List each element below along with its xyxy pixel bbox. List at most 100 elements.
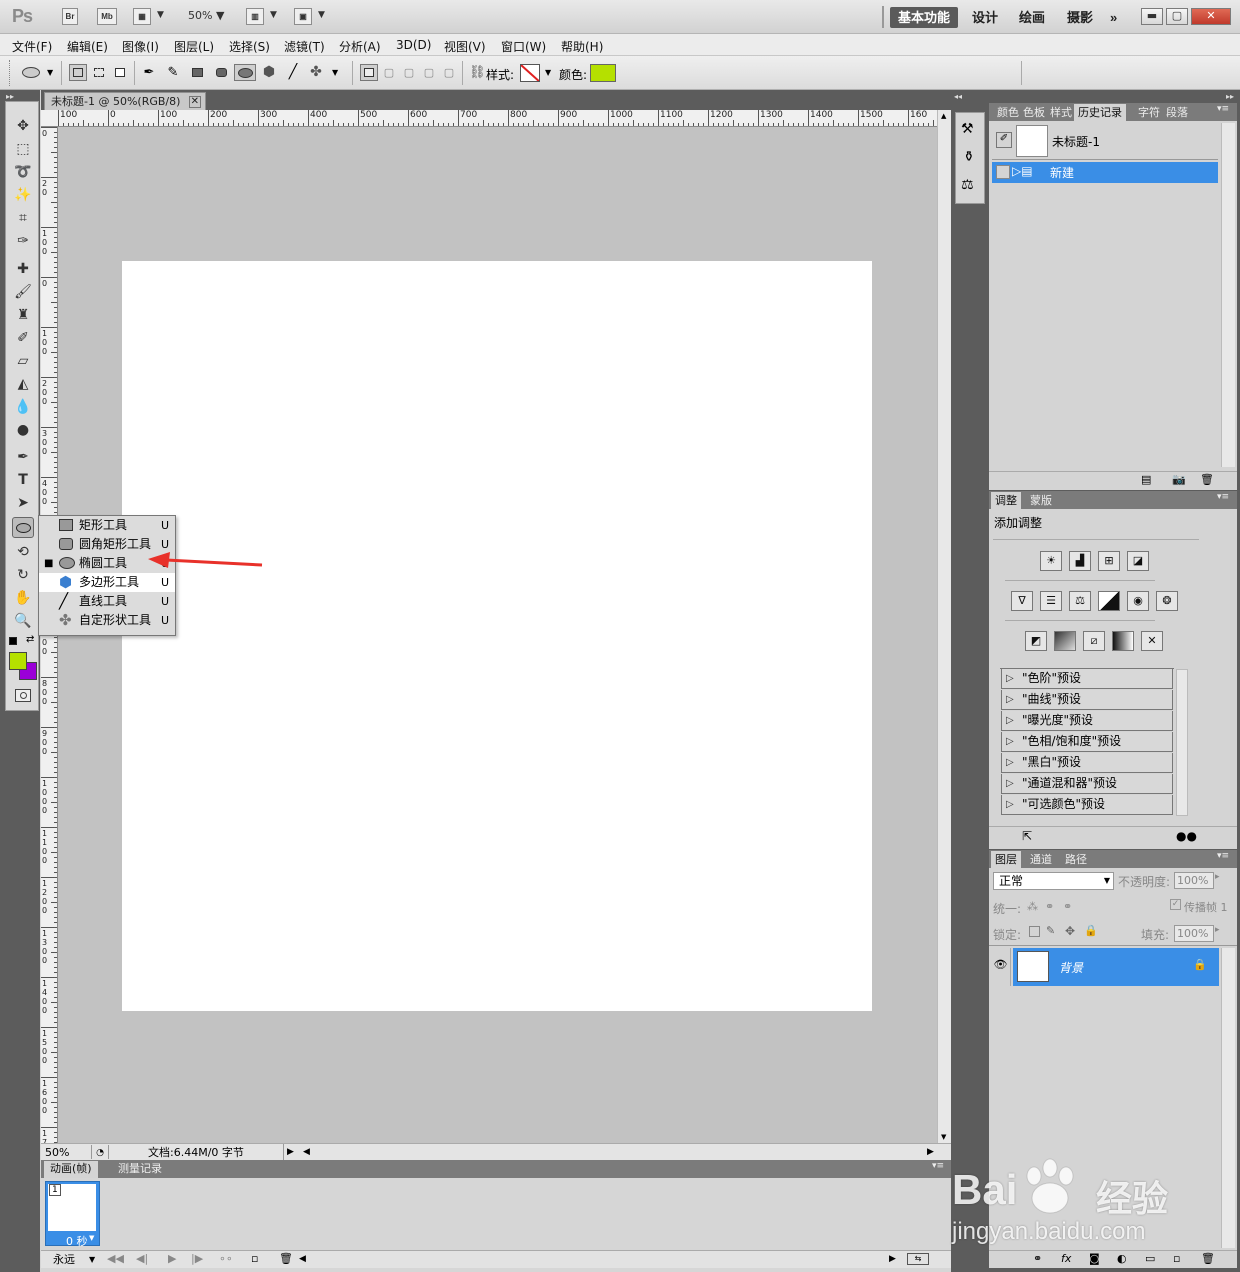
adjustment-clip-icon[interactable]: ●● — [1176, 829, 1197, 843]
scroll-up-icon[interactable]: ▲ — [941, 112, 946, 120]
bridge-button[interactable]: Br — [62, 8, 78, 25]
history-panel-menu-icon[interactable]: ▾≡ — [1217, 104, 1229, 114]
marquee-tool-icon[interactable]: ⬚ — [12, 139, 34, 160]
hand-tool-icon[interactable]: ✋ — [12, 588, 34, 609]
lock-image-icon[interactable]: ✎ — [1046, 924, 1055, 937]
lock-transparent-icon[interactable] — [1029, 926, 1040, 937]
intersect-shape-icon[interactable]: ▢ — [420, 64, 438, 81]
exclude-shape-icon[interactable]: ▢ — [440, 64, 458, 81]
scroll-left-icon[interactable]: ◀ — [303, 1144, 310, 1160]
workspace-essentials-button[interactable]: 基本功能 — [890, 7, 959, 28]
polygon-tool-option-icon[interactable]: ⬢ — [260, 64, 278, 81]
arrange-dropdown-icon[interactable]: ▼ — [270, 10, 277, 20]
levels-icon[interactable]: ▟ — [1069, 551, 1091, 571]
delete-state-icon[interactable]: 🗑 — [1200, 473, 1214, 486]
swap-colors-icon[interactable]: ⇄ — [26, 634, 34, 645]
preset-channel-mixer[interactable]: "通道混和器"预设 — [1001, 774, 1173, 794]
tab-adjustments[interactable]: 调整 — [991, 492, 1021, 509]
status-menu-arrow-icon[interactable]: ▶ — [283, 1144, 297, 1160]
history-brush-source-icon[interactable]: ✐ — [996, 132, 1012, 148]
minimize-button[interactable]: ▬ — [1141, 8, 1163, 25]
black-white-icon[interactable] — [1098, 591, 1120, 611]
layer-visibility-eye-icon[interactable]: 👁 — [991, 948, 1011, 986]
menu-help[interactable]: 帮助(H) — [561, 38, 603, 55]
3d-orbit-tool-icon[interactable]: ↻ — [12, 565, 34, 586]
3d-rotate-tool-icon[interactable]: ⟲ — [12, 542, 34, 563]
tab-swatches[interactable]: 色板 — [1019, 104, 1049, 121]
preset-hue-saturation[interactable]: "色相/饱和度"预设 — [1001, 732, 1173, 752]
link-icon[interactable]: ⛓ — [469, 65, 486, 80]
menu-select[interactable]: 选择(S) — [229, 38, 270, 55]
create-new-shape-icon[interactable] — [360, 64, 378, 81]
scroll-down-icon[interactable]: ▼ — [941, 1133, 946, 1141]
rounded-rectangle-tool-icon[interactable] — [212, 64, 230, 81]
style-dropdown-icon[interactable]: ▼ — [545, 68, 551, 77]
convert-to-timeline-icon[interactable]: ⇆ — [907, 1253, 929, 1265]
lasso-tool-icon[interactable]: ➰ — [12, 162, 34, 183]
status-zoom[interactable]: 50% — [45, 1145, 69, 1161]
workspace-more-button[interactable]: » — [1102, 7, 1125, 28]
type-tool-icon[interactable]: T — [12, 470, 34, 491]
flyout-custom-shape-tool[interactable]: ✤ 自定形状工具 U — [39, 611, 175, 630]
curves-icon[interactable]: ⊞ — [1098, 551, 1120, 571]
paths-icon[interactable] — [90, 64, 108, 81]
hue-saturation-icon[interactable]: ☰ — [1040, 591, 1062, 611]
style-picker[interactable] — [520, 64, 540, 82]
foreground-color-swatch[interactable] — [9, 652, 27, 670]
eraser-tool-icon[interactable]: ▱ — [12, 351, 34, 372]
tab-paragraph[interactable]: 段落 — [1162, 104, 1192, 121]
dodge-tool-icon[interactable]: ● — [12, 420, 34, 441]
zoom-tool-icon[interactable]: 🔍 — [12, 611, 34, 632]
tab-animation[interactable]: 动画(帧) — [44, 1161, 98, 1178]
menu-file[interactable]: 文件(F) — [12, 38, 52, 55]
photo-filter-icon[interactable]: ◉ — [1127, 591, 1149, 611]
clone-source-icon[interactable]: ⚖ — [961, 177, 974, 193]
unify-style-icon[interactable]: ⚭ — [1063, 900, 1072, 913]
arrange-documents-button[interactable]: ▥ — [246, 8, 264, 25]
tool-preset-dropdown-icon[interactable]: ▼ — [47, 68, 53, 77]
ellipse-tool-option-icon[interactable] — [234, 64, 256, 81]
history-brush-tool-icon[interactable]: ✐ — [12, 328, 34, 349]
right-dock-collapse-icon[interactable]: ▸▸ — [1226, 92, 1234, 101]
channel-mixer-icon[interactable]: ❂ — [1156, 591, 1178, 611]
menu-analysis[interactable]: 分析(A) — [339, 38, 381, 55]
eyedropper-tool-icon[interactable]: ✑ — [12, 231, 34, 252]
animation-panel-menu-icon[interactable]: ▾≡ — [932, 1161, 944, 1171]
ellipse-tool-icon[interactable] — [12, 517, 34, 538]
tab-masks[interactable]: 蒙版 — [1026, 492, 1056, 509]
duplicate-frame-icon[interactable]: ▫ — [251, 1251, 258, 1267]
default-colors-icon[interactable] — [9, 637, 17, 645]
new-document-from-state-icon[interactable]: ▤ — [1141, 473, 1151, 486]
shape-layers-icon[interactable] — [69, 64, 87, 81]
subtract-shape-icon[interactable]: ▢ — [400, 64, 418, 81]
workspace-painting-button[interactable]: 绘画 — [1011, 7, 1053, 28]
history-source-checkbox[interactable] — [996, 165, 1010, 179]
lock-all-icon[interactable]: 🔒 — [1084, 924, 1098, 937]
preset-selective-color[interactable]: "可选颜色"预设 — [1001, 795, 1173, 815]
adjustments-panel-menu-icon[interactable]: ▾≡ — [1217, 492, 1229, 502]
delete-frame-icon[interactable]: 🗑 — [279, 1251, 293, 1267]
brush-presets-icon[interactable]: ⚱ — [963, 149, 975, 165]
tab-character[interactable]: 字符 — [1134, 104, 1164, 121]
menu-edit[interactable]: 编辑(E) — [67, 38, 108, 55]
brush-tool-icon[interactable]: 🖌 — [12, 282, 34, 303]
history-snapshot-row[interactable]: ✐ 未标题-1 — [992, 124, 1218, 158]
brightness-contrast-icon[interactable]: ☀ — [1040, 551, 1062, 571]
close-document-icon[interactable]: ✕ — [188, 96, 201, 108]
fill-slider-icon[interactable]: ▸ — [1215, 925, 1220, 935]
tab-channels[interactable]: 通道 — [1026, 851, 1056, 868]
view-extras-button[interactable]: ▦ — [133, 8, 151, 25]
opacity-slider-icon[interactable]: ▸ — [1215, 872, 1220, 882]
preset-exposure[interactable]: "曝光度"预设 — [1001, 711, 1173, 731]
exposure-icon[interactable]: ◪ — [1127, 551, 1149, 571]
timeline-scroll-left-icon[interactable]: ◀ — [299, 1251, 306, 1267]
path-selection-tool-icon[interactable]: ➤ — [12, 493, 34, 514]
flyout-rectangle-tool[interactable]: 矩形工具 U — [39, 516, 175, 535]
timeline-scroll-right-icon[interactable]: ▶ — [889, 1251, 896, 1267]
zoom-level-select[interactable]: 50% ▼ — [188, 9, 224, 22]
tool-presets-icon[interactable]: ⚒ — [961, 121, 974, 137]
tab-styles[interactable]: 样式 — [1046, 104, 1076, 121]
toolbox-collapse-icon[interactable]: ▸▸ — [6, 92, 14, 101]
history-scrollbar[interactable] — [1221, 123, 1235, 467]
fill-field[interactable]: 100% — [1174, 925, 1214, 942]
